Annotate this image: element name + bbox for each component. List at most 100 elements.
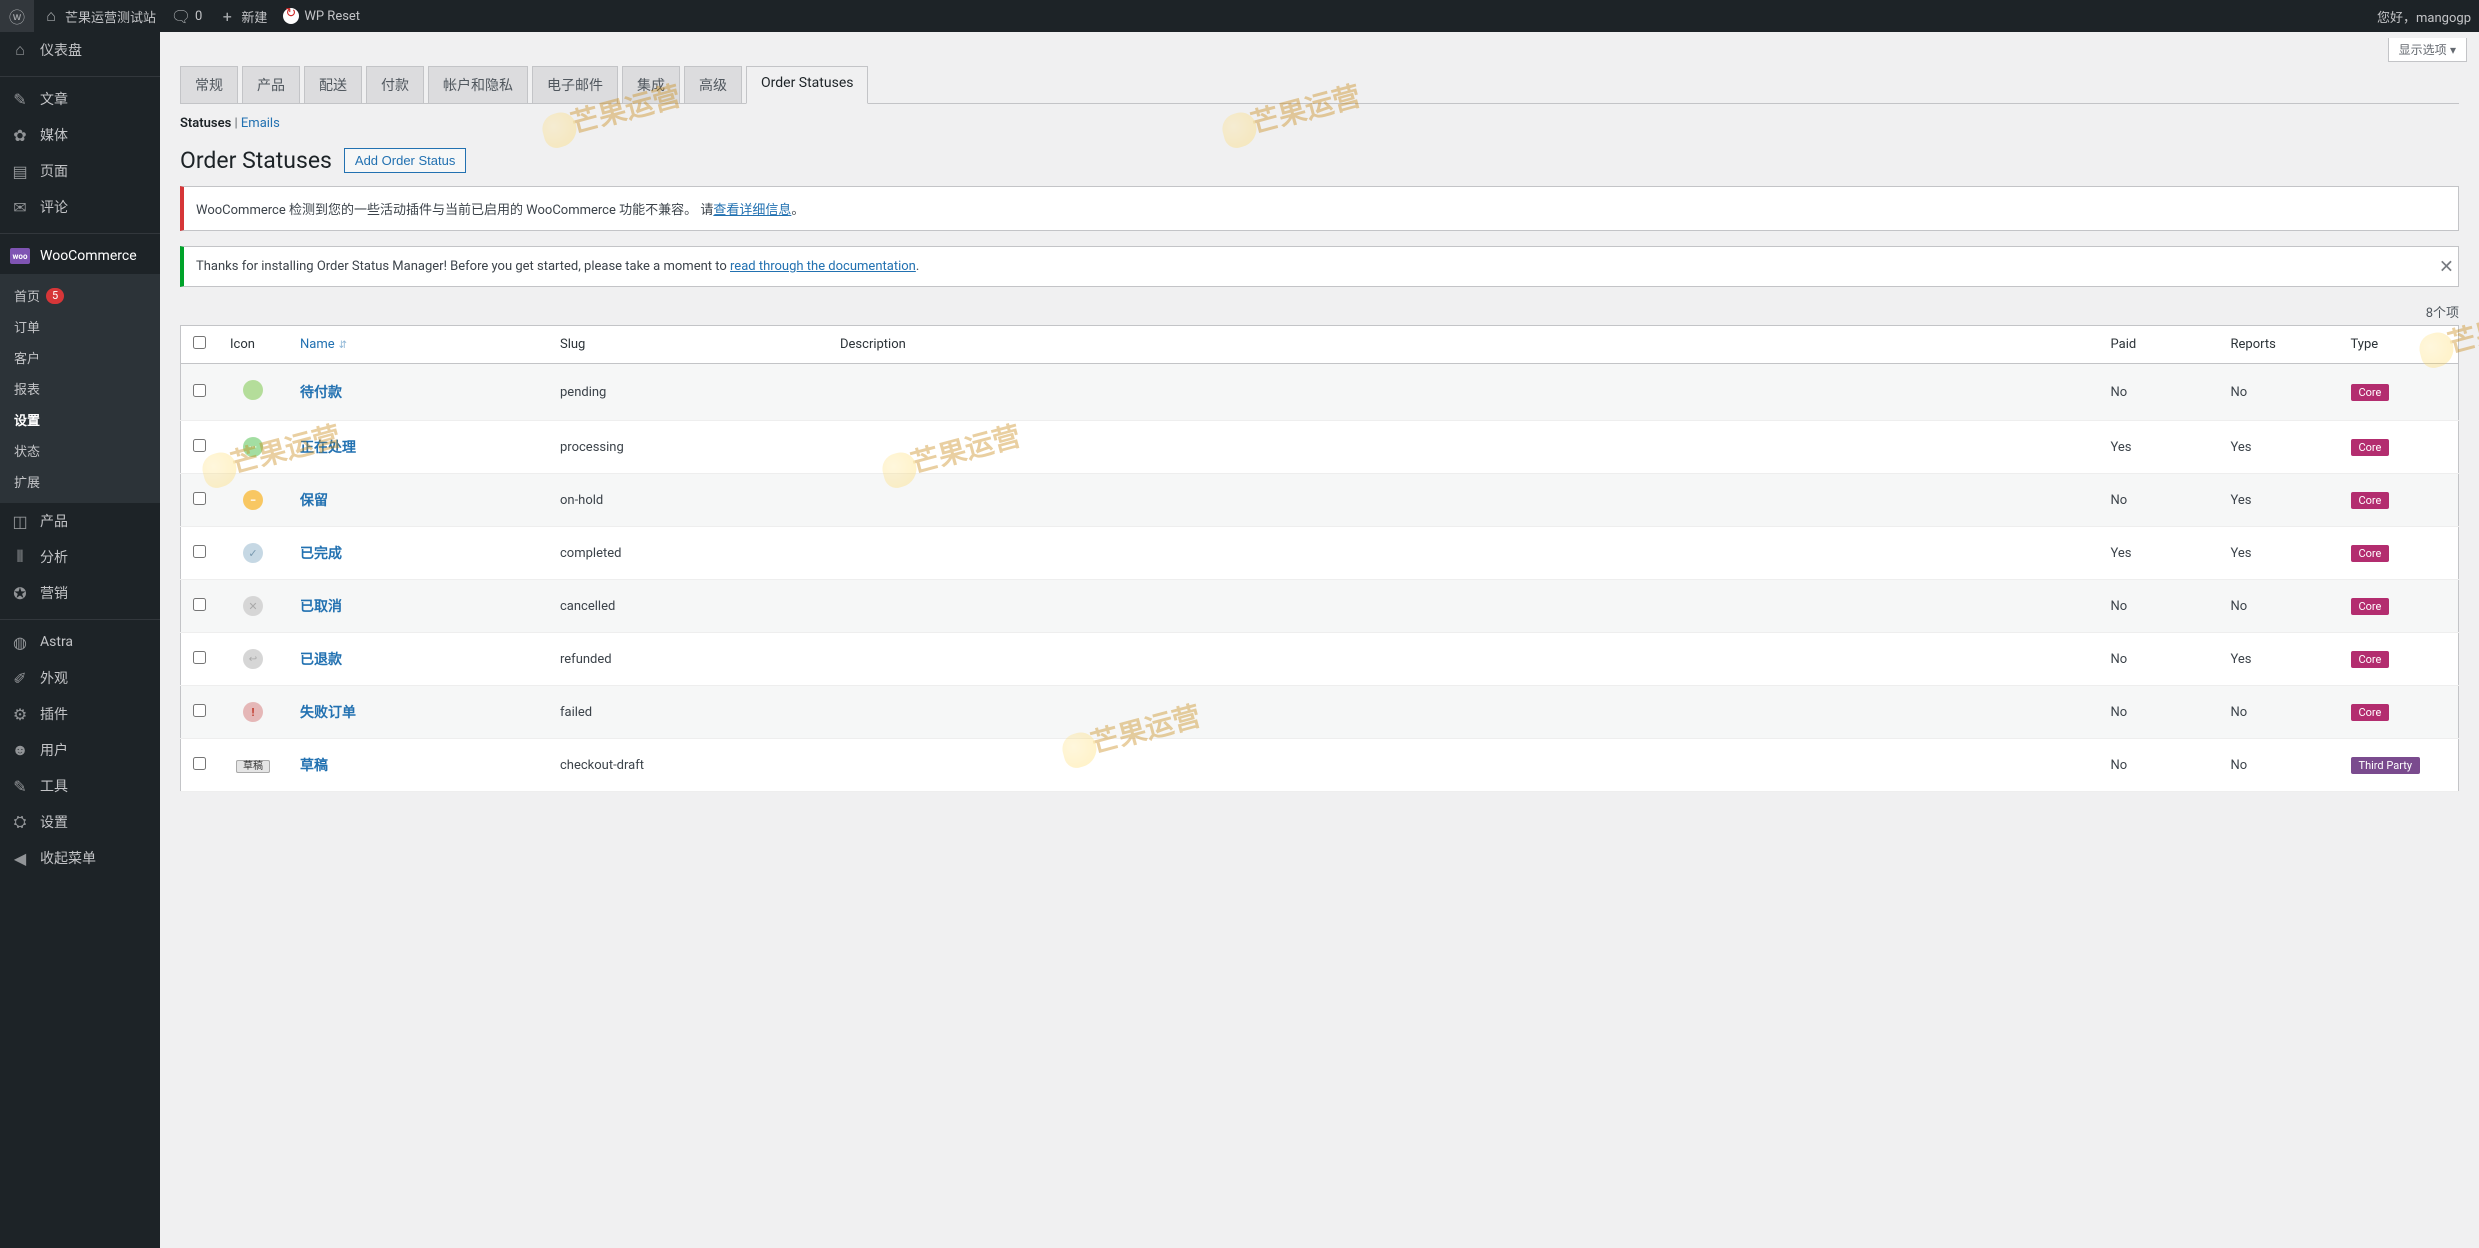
cell-icon xyxy=(218,527,288,580)
settings-tab[interactable]: 产品 xyxy=(242,66,300,103)
subsub-emails[interactable]: Emails xyxy=(241,116,280,131)
sidebar-item[interactable]: ◫产品 xyxy=(0,503,160,539)
settings-tab[interactable]: 配送 xyxy=(304,66,362,103)
submenu-label: 报表 xyxy=(14,379,40,398)
select-all-header[interactable] xyxy=(181,326,219,364)
sidebar-item[interactable]: ◀收起菜单 xyxy=(0,840,160,876)
plus-icon: + xyxy=(218,7,236,25)
notice-docs-link[interactable]: read through the documentation xyxy=(730,259,916,274)
cell-icon: 草稿 xyxy=(218,739,288,792)
submenu-label: 首页 xyxy=(14,286,40,305)
sidebar-item[interactable]: ✪营销 xyxy=(0,575,160,611)
sidebar-item[interactable]: ✉评论 xyxy=(0,189,160,225)
row-checkbox[interactable] xyxy=(193,704,206,717)
sidebar-item[interactable]: ✿媒体 xyxy=(0,117,160,153)
cell-description xyxy=(828,686,2099,739)
status-name-link[interactable]: 正在处理 xyxy=(300,440,356,456)
submenu-label: 状态 xyxy=(14,441,40,460)
row-checkbox[interactable] xyxy=(193,545,206,558)
submenu-item[interactable]: 状态 xyxy=(0,435,160,466)
sidebar-item[interactable]: ⛭设置 xyxy=(0,804,160,840)
order-statuses-table: Icon Name⇵ Slug Description Paid Reports… xyxy=(180,325,2459,792)
settings-tab[interactable]: 高级 xyxy=(684,66,742,103)
cell-reports: Yes xyxy=(2219,421,2339,474)
row-checkbox[interactable] xyxy=(193,651,206,664)
row-checkbox[interactable] xyxy=(193,384,206,397)
submenu-item[interactable]: 订单 xyxy=(0,311,160,342)
status-icon-pending xyxy=(243,380,263,400)
notice-details-link[interactable]: 查看详细信息 xyxy=(713,203,791,218)
sidebar-item[interactable]: ⚙插件 xyxy=(0,696,160,732)
menu-icon: ⫴ xyxy=(10,547,30,567)
sidebar-item[interactable]: ⌂仪表盘 xyxy=(0,32,160,68)
submenu-item[interactable]: 扩展 xyxy=(0,466,160,497)
submenu-item[interactable]: 报表 xyxy=(0,373,160,404)
submenu-item[interactable]: 客户 xyxy=(0,342,160,373)
table-row: 已取消 cancelled No No Core xyxy=(181,580,2459,633)
menu-icon: ✎ xyxy=(10,89,30,109)
col-icon-header: Icon xyxy=(218,326,288,364)
sidebar-item[interactable]: ☻用户 xyxy=(0,732,160,768)
cell-name: 已完成 xyxy=(288,527,548,580)
wp-reset-link[interactable]: WP Reset xyxy=(275,0,368,32)
user-greeting[interactable]: 您好，mangogp xyxy=(2369,0,2479,32)
cell-description xyxy=(828,364,2099,421)
cell-description xyxy=(828,739,2099,792)
settings-tabs: 常规产品配送付款帐户和隐私电子邮件集成高级Order Statuses xyxy=(180,62,2459,104)
cell-description xyxy=(828,527,2099,580)
row-checkbox[interactable] xyxy=(193,439,206,452)
settings-tab[interactable]: 付款 xyxy=(366,66,424,103)
menu-icon: ⌂ xyxy=(10,40,30,60)
status-name-link[interactable]: 已完成 xyxy=(300,546,342,562)
sidebar-item[interactable]: ✐外观 xyxy=(0,660,160,696)
status-name-link[interactable]: 保留 xyxy=(300,493,328,509)
sidebar-item[interactable]: ✎文章 xyxy=(0,81,160,117)
cell-type: Core xyxy=(2339,364,2459,421)
sidebar-item[interactable]: ✎工具 xyxy=(0,768,160,804)
status-name-link[interactable]: 已退款 xyxy=(300,652,342,668)
notice-incompatibility: WooCommerce 检测到您的一些活动插件与当前已启用的 WooCommer… xyxy=(180,186,2459,231)
settings-tab[interactable]: 帐户和隐私 xyxy=(428,66,528,103)
add-order-status-button[interactable]: Add Order Status xyxy=(344,148,466,173)
cell-reports: No xyxy=(2219,364,2339,421)
menu-icon: ◍ xyxy=(10,632,30,652)
badge-count: 5 xyxy=(46,288,64,304)
sidebar-item[interactable]: ▤页面 xyxy=(0,153,160,189)
wp-reset-label: WP Reset xyxy=(304,9,360,24)
submenu-item[interactable]: 设置 xyxy=(0,404,160,435)
cell-paid: No xyxy=(2099,580,2219,633)
sidebar-item-woocommerce[interactable]: woo WooCommerce xyxy=(0,238,160,274)
settings-tab[interactable]: 电子邮件 xyxy=(532,66,618,103)
settings-tab[interactable]: 常规 xyxy=(180,66,238,103)
wp-logo[interactable]: ⓦ xyxy=(0,0,34,32)
woocommerce-icon: woo xyxy=(10,246,30,266)
cell-description xyxy=(828,474,2099,527)
new-content[interactable]: +新建 xyxy=(210,0,275,32)
site-link[interactable]: ⌂芒果运营测试站 xyxy=(34,0,164,32)
col-name-header[interactable]: Name⇵ xyxy=(288,326,548,364)
sidebar-label: 分析 xyxy=(40,547,68,567)
cell-paid: No xyxy=(2099,633,2219,686)
menu-icon: ⛭ xyxy=(10,812,30,832)
cell-paid: No xyxy=(2099,474,2219,527)
sidebar-item[interactable]: ◍Astra xyxy=(0,624,160,660)
settings-tab[interactable]: Order Statuses xyxy=(746,66,868,104)
row-checkbox[interactable] xyxy=(193,492,206,505)
dismiss-icon[interactable]: ✕ xyxy=(2439,256,2454,277)
status-name-link[interactable]: 待付款 xyxy=(300,385,342,401)
status-name-link[interactable]: 草稿 xyxy=(300,758,328,774)
sidebar-item[interactable]: ⫴ 分析 xyxy=(0,539,160,575)
status-name-link[interactable]: 已取消 xyxy=(300,599,342,615)
subsub-statuses[interactable]: Statuses xyxy=(180,116,231,131)
cell-name: 待付款 xyxy=(288,364,548,421)
status-name-link[interactable]: 失败订单 xyxy=(300,705,356,721)
sort-icon: ⇵ xyxy=(339,340,347,351)
screen-options-toggle[interactable]: 显示选项 ▾ xyxy=(2388,38,2467,62)
submenu-item[interactable]: 首页 5 xyxy=(0,280,160,311)
select-all-checkbox[interactable] xyxy=(193,336,206,349)
settings-tab[interactable]: 集成 xyxy=(622,66,680,103)
row-checkbox[interactable] xyxy=(193,757,206,770)
row-checkbox[interactable] xyxy=(193,598,206,611)
comments-link[interactable]: 🗨0 xyxy=(164,0,210,32)
status-icon-failed xyxy=(243,702,263,722)
